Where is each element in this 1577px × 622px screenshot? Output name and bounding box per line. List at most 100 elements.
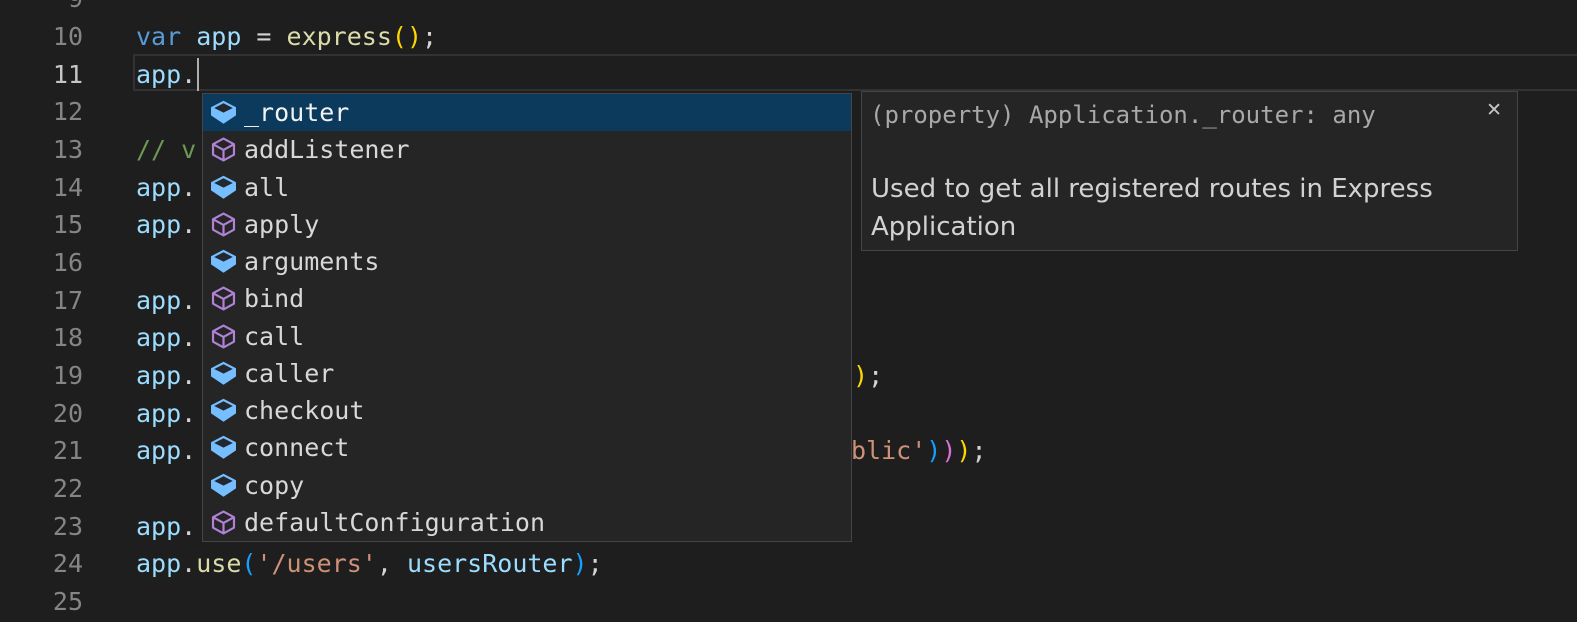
suggestion-arguments[interactable]: arguments — [203, 243, 851, 280]
suggest-widget[interactable]: _router addListenerall apply arguments bind c… — [202, 93, 852, 542]
suggestion-defaultConfiguration[interactable]: defaultConfiguration — [203, 504, 851, 541]
token-plain — [181, 22, 196, 51]
suggestion-copy[interactable]: copy — [203, 467, 851, 504]
token-plain: . — [181, 323, 196, 352]
line-number: 22 — [0, 470, 83, 508]
symbol-field-icon — [210, 100, 237, 125]
token-plain: ; — [588, 549, 603, 578]
code-text: app. — [136, 282, 196, 320]
line-number: 23 — [0, 508, 83, 546]
token-variable: app — [136, 60, 181, 89]
symbol-method-icon — [210, 324, 237, 349]
token-function: express — [287, 22, 392, 51]
suggestion-bind[interactable]: bind — [203, 280, 851, 317]
suggestion-label: apply — [244, 210, 319, 239]
code-text: app. — [136, 319, 196, 357]
token-string: blic' — [851, 436, 926, 465]
suggestion-connect[interactable]: connect — [203, 429, 851, 466]
code-line-11[interactable]: 11 app. — [0, 56, 1577, 94]
symbol-field-icon — [210, 473, 237, 498]
token-variable: app — [136, 323, 181, 352]
suggestion-label: call — [244, 322, 304, 351]
line-number: 16 — [0, 244, 83, 282]
line-number: 9 — [0, 0, 83, 18]
token-variable: app — [136, 210, 181, 239]
suggestion-label: arguments — [244, 247, 379, 276]
token-variable: app — [136, 549, 181, 578]
symbol-field-icon — [210, 361, 237, 386]
code-text: app. — [136, 169, 196, 207]
suggestion-caller[interactable]: caller — [203, 355, 851, 392]
code-editor[interactable]: 910var app = express();11 app. 1213 // v 14 a… — [0, 0, 1577, 622]
close-icon[interactable]: ✕ — [1486, 101, 1502, 120]
suggestion-checkout[interactable]: checkout — [203, 392, 851, 429]
token-plain: . — [181, 361, 196, 390]
line-number: 24 — [0, 545, 83, 583]
code-line-9[interactable]: 9 — [0, 0, 1577, 18]
suggestion-label: caller — [244, 359, 334, 388]
suggestion-_router[interactable]: _router — [203, 94, 851, 131]
code-text: app.use('/users', usersRouter); — [136, 545, 603, 583]
line-number: 19 — [0, 357, 83, 395]
line-number: 11 — [0, 56, 83, 94]
code-text: app. — [136, 206, 196, 244]
token-bracket_blue: ) — [573, 549, 588, 578]
token-variable: app — [196, 22, 241, 51]
line-number: 20 — [0, 395, 83, 433]
code-line-25[interactable]: 25 — [0, 583, 1577, 621]
code-line-10[interactable]: 10var app = express(); — [0, 18, 1577, 56]
line-number: 13 — [0, 131, 83, 169]
token-plain: . — [181, 399, 196, 428]
token-variable: app — [136, 399, 181, 428]
line-number: 25 — [0, 583, 83, 621]
token-plain: ; — [868, 361, 883, 390]
suggestion-label: connect — [244, 433, 349, 462]
line-number: 18 — [0, 319, 83, 357]
code-text: app. — [136, 508, 196, 546]
suggestion-all[interactable]: all — [203, 169, 851, 206]
symbol-field-icon — [210, 175, 237, 200]
token-plain: . — [181, 436, 196, 465]
token-plain: . — [181, 210, 196, 239]
suggestion-label: defaultConfiguration — [244, 508, 545, 537]
line-number: 21 — [0, 432, 83, 470]
token-bracket_gold: ) — [853, 361, 868, 390]
suggestion-label: bind — [244, 284, 304, 313]
line-number: 14 — [0, 169, 83, 207]
token-plain: ; — [971, 436, 986, 465]
suggestion-apply[interactable]: apply — [203, 206, 851, 243]
code-text: app. — [136, 56, 196, 94]
line-number: 17 — [0, 282, 83, 320]
token-function: use — [196, 549, 241, 578]
token-plain: . — [181, 60, 196, 89]
token-variable: app — [136, 436, 181, 465]
code-line-24[interactable]: 24 app.use('/users', usersRouter); — [0, 545, 1577, 583]
suggestion-addListener[interactable]: addListener — [203, 131, 851, 168]
token-plain: . — [181, 549, 196, 578]
line-number: 12 — [0, 93, 83, 131]
token-bracket_gold: () — [392, 22, 422, 51]
docs-signature: (property) Application._router: any — [870, 101, 1376, 129]
suggestion-call[interactable]: call — [203, 318, 851, 355]
symbol-method-icon — [210, 212, 237, 237]
token-variable: app — [136, 173, 181, 202]
code-text-fragment: blic'))); — [851, 432, 987, 470]
suggestion-label: _router — [244, 98, 349, 127]
suggest-docs-popup: (property) Application._router: any ✕ Us… — [861, 91, 1518, 251]
symbol-field-icon — [210, 249, 237, 274]
token-plain: ; — [422, 22, 437, 51]
token-plain: = — [241, 22, 286, 51]
code-text: // v — [136, 131, 196, 169]
token-keyword: var — [136, 22, 181, 51]
token-variable: usersRouter — [407, 549, 573, 578]
token-bracket_gold: ) — [956, 436, 971, 465]
code-text: app. — [136, 357, 196, 395]
token-plain: . — [181, 512, 196, 541]
suggestion-label: copy — [244, 471, 304, 500]
token-bracket_blue: ) — [926, 436, 941, 465]
symbol-method-icon — [210, 510, 237, 535]
line-number: 15 — [0, 206, 83, 244]
symbol-field-icon — [210, 435, 237, 460]
token-plain: , — [377, 549, 407, 578]
token-variable: app — [136, 512, 181, 541]
